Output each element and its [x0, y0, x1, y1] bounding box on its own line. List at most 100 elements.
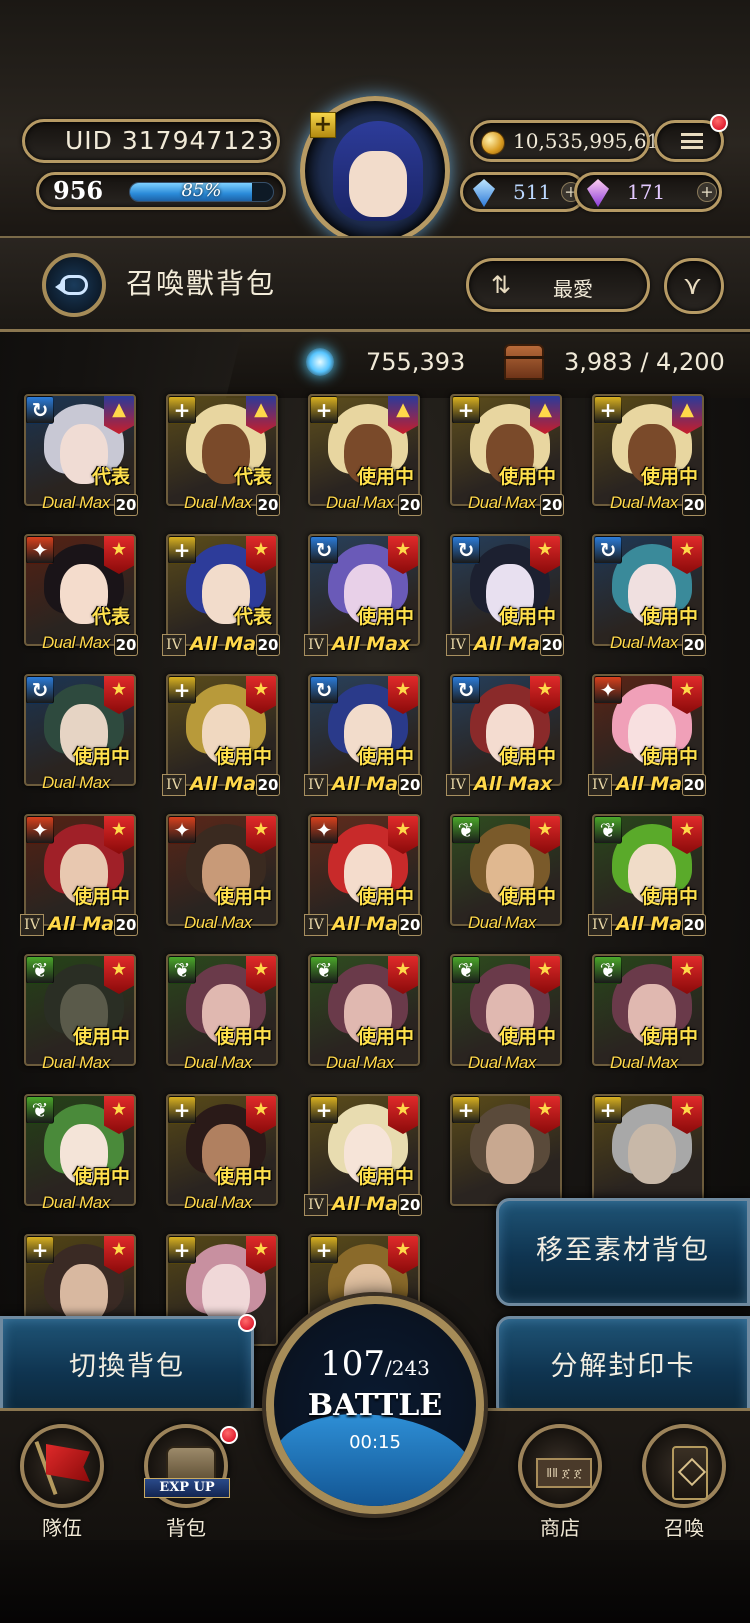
page-title: 召喚獸背包: [126, 267, 277, 300]
summon-card[interactable]: + ★ 代表 IV All Max 20: [162, 534, 280, 658]
summon-card[interactable]: ✦ ★ 使用中 IV All Max 20: [20, 814, 138, 938]
light-element-icon: +: [168, 1236, 196, 1264]
card-tier-badge: IV: [446, 774, 470, 796]
summon-card[interactable]: + ▲ 使用中 Dual Max 20: [446, 394, 564, 518]
card-max-label: Dual Max: [610, 493, 678, 512]
summon-card[interactable]: ❦ ★ 使用中 Dual Max: [446, 954, 564, 1078]
card-max-label: Dual Max: [184, 1193, 252, 1212]
card-level-bar: IV All Max 20: [304, 913, 422, 938]
card-level-bar: Dual Max 20: [588, 633, 706, 658]
card-level-bar: IV All Max 20: [162, 773, 280, 798]
light-element-icon: +: [310, 1096, 338, 1124]
back-button[interactable]: [42, 253, 106, 317]
card-tier-badge: IV: [304, 1194, 328, 1216]
card-max-label: Dual Max: [326, 493, 394, 512]
summon-card[interactable]: ❦ ★ 使用中 Dual Max: [20, 954, 138, 1078]
card-level-bar: IV All Max 20: [588, 913, 706, 938]
nav-shop[interactable]: ⅡⅡ ጀ ጀ 商店: [510, 1416, 610, 1540]
summon-card[interactable]: + ★ 使用中 IV All Max 20: [304, 1094, 422, 1218]
summon-card[interactable]: ↻ ▲ 代表 Dual Max 20: [20, 394, 138, 518]
nav-summon[interactable]: 召喚: [634, 1416, 734, 1540]
card-skill-level: 20: [682, 914, 706, 936]
sort-button[interactable]: ⇅ 最愛: [466, 258, 650, 312]
coin-display[interactable]: 10,535,995,612: [470, 120, 672, 162]
summon-card[interactable]: ❦ ★ 使用中 Dual Max: [20, 1094, 138, 1218]
card-skill-level: 20: [114, 494, 138, 516]
card-status-tag: 使用中: [498, 1026, 556, 1048]
summon-card[interactable]: + ▲ 代表 Dual Max 20: [162, 394, 280, 518]
card-level-bar: Dual Max 20: [162, 493, 280, 518]
card-skill-level: 20: [682, 494, 706, 516]
exp-progress-bar: 85%: [129, 182, 274, 202]
wood-element-icon: ❦: [26, 1096, 54, 1124]
fire-element-icon: ✦: [26, 536, 54, 564]
light-element-icon: +: [452, 396, 480, 424]
summon-card[interactable]: ↻ ★ 使用中 IV All Max: [446, 674, 564, 798]
card-status-tag: 使用中: [356, 746, 414, 768]
card-artwork: ❦ ★ 使用中: [592, 954, 704, 1066]
nav-team[interactable]: 隊伍: [12, 1416, 112, 1540]
card-artwork: ↻ ★ 使用中: [308, 534, 420, 646]
summon-card[interactable]: ❦ ★ 使用中 Dual Max: [446, 814, 564, 938]
card-skill-level: 20: [540, 494, 564, 516]
sort-order-icon: ⇅: [491, 271, 512, 299]
summon-card[interactable]: ↻ ★ 使用中 IV All Max: [304, 534, 422, 658]
light-element-icon: +: [168, 676, 196, 704]
card-status-tag: 使用中: [356, 1026, 414, 1048]
summon-card[interactable]: + ★ 使用中 Dual Max: [162, 1094, 280, 1218]
purple-gem-display[interactable]: 171 +: [574, 172, 722, 212]
card-status-tag: 使用中: [214, 746, 272, 768]
card-artwork: ❦ ★ 使用中: [450, 814, 562, 926]
summon-card[interactable]: ❦ ★ 使用中 Dual Max: [162, 954, 280, 1078]
light-element-icon: +: [168, 1096, 196, 1124]
card-max-label: All Max: [474, 773, 553, 795]
exp-percent: 85%: [181, 182, 222, 201]
card-tier-badge: IV: [304, 774, 328, 796]
card-artwork: ✦ ★ 使用中: [166, 814, 278, 926]
battle-button[interactable]: 107/243 BATTLE 00:15: [266, 1296, 484, 1514]
summon-card[interactable]: ↻ ★ 使用中 Dual Max: [20, 674, 138, 798]
water-element-icon: ↻: [26, 396, 54, 424]
move-to-material-bag-button[interactable]: 移至素材背包: [496, 1198, 750, 1306]
filter-button[interactable]: ⋎: [664, 258, 724, 314]
wood-element-icon: ❦: [168, 956, 196, 984]
summon-card[interactable]: ↻ ★ 使用中 IV All Max 20: [304, 674, 422, 798]
card-artwork: + ▲ 代表: [166, 394, 278, 506]
decompose-card-button[interactable]: 分解封印卡: [496, 1316, 750, 1420]
summon-card[interactable]: ❦ ★ 使用中 IV All Max 20: [588, 814, 706, 938]
uid-text: UID 317947123: [65, 126, 275, 155]
summon-card[interactable]: + ★ 使用中 IV All Max 20: [162, 674, 280, 798]
card-character-face: [628, 1124, 676, 1184]
card-status-tag: 使用中: [356, 606, 414, 628]
summon-card[interactable]: ✦ ★ 使用中 IV All Max 20: [588, 674, 706, 798]
card-artwork: ↻ ★ 使用中: [592, 534, 704, 646]
summon-card[interactable]: + ▲ 使用中 Dual Max 20: [304, 394, 422, 518]
summon-card[interactable]: ❦ ★ 使用中 Dual Max: [588, 954, 706, 1078]
blue-gem-display[interactable]: 511 +: [460, 172, 586, 212]
stamina-display: 107/243: [274, 1344, 476, 1384]
summon-card[interactable]: ❦ ★ 使用中 Dual Max: [304, 954, 422, 1078]
card-level-bar: IV All Max 20: [446, 633, 564, 658]
card-status-tag: 使用中: [498, 746, 556, 768]
filter-icon: ⋎: [683, 271, 703, 301]
summon-card[interactable]: ↻ ★ 使用中 Dual Max 20: [588, 534, 706, 658]
card-tier-badge: IV: [588, 914, 612, 936]
summon-card[interactable]: ↻ ★ 使用中 IV All Max 20: [446, 534, 564, 658]
summon-card[interactable]: + ▲ 使用中 Dual Max 20: [588, 394, 706, 518]
summon-card[interactable]: ✦ ★ 代表 Dual Max 20: [20, 534, 138, 658]
switch-bag-button[interactable]: 切換背包: [0, 1316, 254, 1420]
card-skill-level: 20: [682, 774, 706, 796]
bottom-decoration: [0, 1540, 750, 1623]
summon-card[interactable]: ✦ ★ 使用中 Dual Max: [162, 814, 280, 938]
summon-card[interactable]: ✦ ★ 使用中 IV All Max 20: [304, 814, 422, 938]
card-skill-level: 20: [114, 914, 138, 936]
coin-icon: [481, 131, 505, 155]
add-purple-gem-button[interactable]: +: [697, 182, 717, 202]
card-status-tag: 代表: [233, 466, 272, 488]
light-element-icon: +: [168, 536, 196, 564]
card-status-tag: 使用中: [72, 1026, 130, 1048]
blue-gem-icon: [473, 179, 495, 207]
card-skill-level: 20: [114, 634, 138, 656]
card-status-tag: 使用中: [640, 1026, 698, 1048]
stamina-max: /243: [384, 1356, 430, 1380]
